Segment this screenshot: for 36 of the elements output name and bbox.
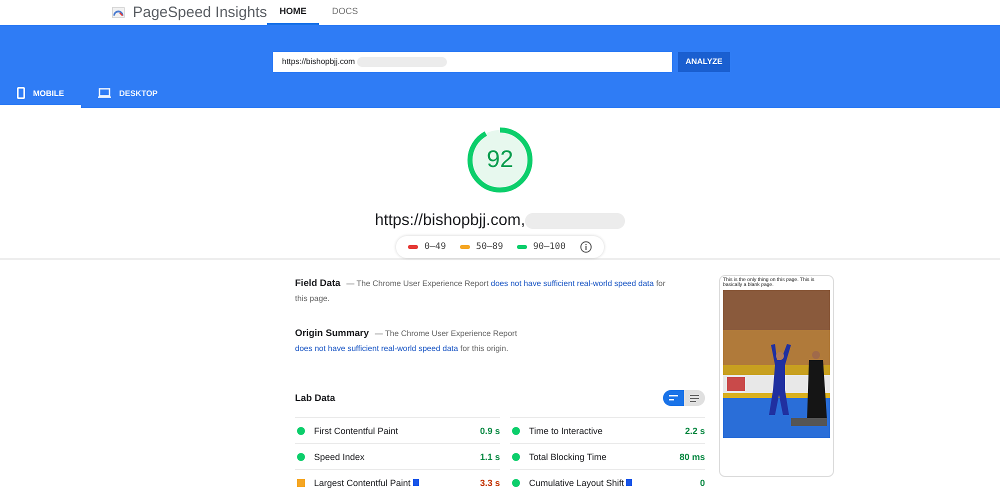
metric-value: 0 [700, 478, 705, 488]
section-description: Field Data — The Chrome User Experience Report does not have sufficient real-world speed data for this page. [295, 277, 666, 305]
view-toggle[interactable] [684, 390, 705, 406]
summary-icon [669, 395, 678, 401]
phone-icon [17, 87, 25, 99]
metric-name: Time to Interactive [529, 426, 603, 436]
laptop-icon [98, 88, 112, 98]
app-title: PageSpeed Insights [132, 4, 267, 21]
nav-tab[interactable]: DOCS [319, 0, 371, 25]
analyze-button[interactable]: ANALYZE [678, 52, 730, 72]
metric-name: Total Blocking Time [529, 452, 607, 462]
legend-label: 90–100 [533, 242, 566, 252]
metric-name: Speed Index [314, 452, 365, 462]
score-value: 92 [486, 148, 514, 172]
section-title: Lab Data [295, 392, 336, 404]
info-icon[interactable] [580, 241, 592, 253]
legend-label: 50–89 [476, 242, 504, 252]
metric-value: 1.1 s [480, 452, 500, 462]
section-description: Origin Summary — The Chrome User Experience Report does not have sufficient real-world speed data for this origin. [295, 327, 518, 355]
page-url: https://bishopbjj.com, [374, 212, 526, 230]
metric-value: 80 ms [679, 452, 705, 462]
metric-value: 0.9 s [480, 426, 500, 436]
metric-name: Largest Contentful Paint [314, 478, 411, 488]
view-toggle[interactable] [663, 390, 684, 406]
legend-label: 0–49 [424, 242, 446, 252]
info-link[interactable]: does not have sufficient real-world speed data [295, 344, 458, 353]
logo-icon [112, 4, 125, 20]
url-field[interactable]: https://bishopbjj.com [273, 52, 672, 72]
device-tab[interactable]: DESKTOP [81, 81, 175, 108]
metric-value: 2.2 s [684, 426, 705, 436]
device-tab[interactable]: MOBILE [0, 81, 82, 108]
metric-value: 3.3 s [480, 478, 500, 488]
metric-name: Cumulative Layout Shift [529, 478, 624, 488]
list-icon [690, 394, 699, 402]
metric-name: First Contentful Paint [314, 426, 398, 436]
info-link[interactable]: does not have sufficient real-world speed data [490, 279, 654, 288]
